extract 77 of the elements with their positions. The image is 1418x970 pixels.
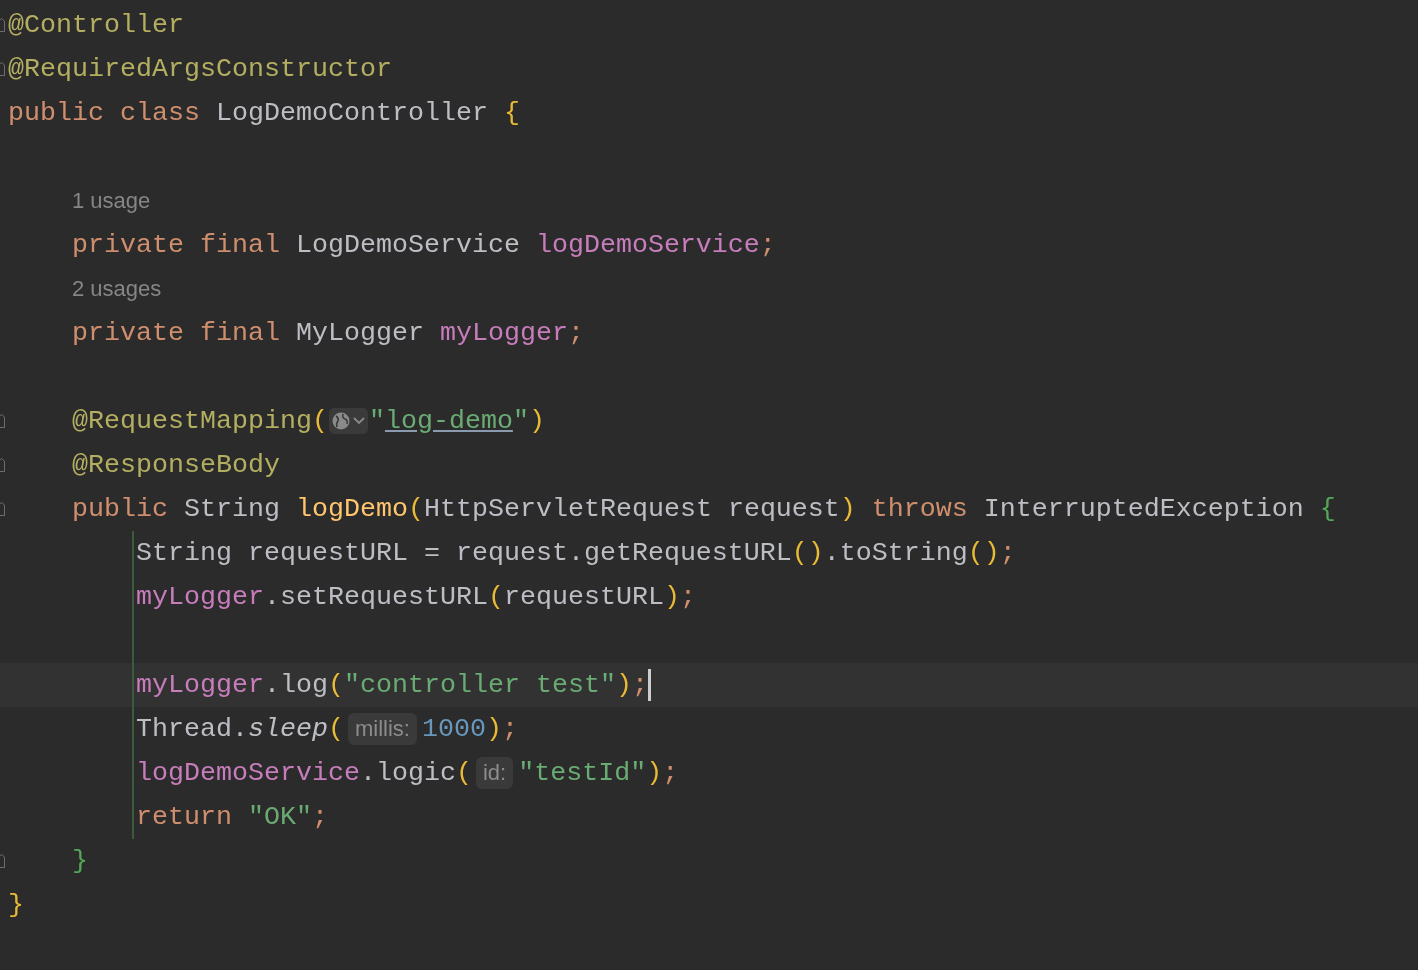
bracket: { [1319,494,1336,524]
bracket: () [791,538,824,568]
code-text: .log [264,670,328,700]
method-name: logDemo [295,494,408,524]
bracket: ( [327,714,344,744]
code-text: String requestURL = request.getRequestURL [136,538,792,568]
keyword: public [72,494,169,524]
bracket: { [503,98,520,128]
keyword: ; [631,670,648,700]
annotation: @ResponseBody [72,450,280,480]
annotation: @RequestMapping [72,406,312,436]
code-text: Thread. [136,714,248,744]
string-literal: " [512,406,529,436]
string-literal: "controller test" [344,670,616,700]
fold-marker-icon[interactable] [0,458,5,472]
keyword: ; [999,538,1016,568]
code-text: HttpServletRequest request [423,494,840,524]
code-text: LogDemoService [295,230,521,260]
fold-marker-icon[interactable] [0,854,5,868]
number-literal: 1000 [421,714,486,744]
keyword: public class [8,98,201,128]
bracket: () [967,538,1000,568]
code-text: String [184,494,281,524]
text-cursor [647,669,651,701]
string-literal: " [368,406,385,436]
field-name: logDemoService [535,230,760,260]
bracket: ) [839,494,856,524]
string-literal: "testId" [518,758,647,788]
annotation: @Controller [8,10,184,40]
keyword: throws [870,494,969,524]
bracket: ) [528,406,545,436]
bracket: ) [663,582,680,612]
bracket: ) [485,714,502,744]
code-text: .setRequestURL [264,582,488,612]
code-text: MyLogger [295,318,425,348]
globe-icon [330,411,351,431]
method-name: sleep [248,714,328,744]
bracket: ( [487,582,504,612]
bracket: ( [407,494,424,524]
code-text: requestURL [503,582,664,612]
keyword: ; [567,318,584,348]
parameter-hint: id: [475,757,514,789]
fold-marker-icon[interactable] [0,62,5,76]
code-text: .toString [823,538,968,568]
keyword: private final [72,230,281,260]
code-text: .logic [359,758,456,788]
fold-marker-icon[interactable] [0,18,5,32]
field-name: myLogger [136,582,264,612]
keyword: ; [679,582,696,612]
keyword: ; [312,802,328,832]
fold-marker-icon[interactable] [0,414,5,428]
keyword: ; [759,230,776,260]
field-name: myLogger [136,670,264,700]
parameter-hint: millis: [347,713,417,745]
url-link[interactable]: log-demo [384,406,513,436]
keyword: ; [662,758,679,788]
bracket: } [8,890,24,920]
web-request-button[interactable] [328,408,368,434]
keyword: ; [501,714,518,744]
field-name: logDemoService [136,758,360,788]
code-text: InterruptedException [983,494,1305,524]
bracket: ) [615,670,632,700]
annotation: @RequiredArgsConstructor [8,54,392,84]
string-literal: "OK" [248,802,312,832]
bracket: ( [311,406,328,436]
bracket: ( [328,670,344,700]
chevron-down-icon [351,416,366,426]
bracket: ( [455,758,472,788]
fold-marker-icon[interactable] [0,502,5,516]
bracket: } [72,846,88,876]
field-name: myLogger [439,318,568,348]
usage-hint[interactable]: 2 usages [72,276,162,302]
code-text: LogDemoController [215,98,489,128]
keyword: private final [72,318,281,348]
bracket: ) [646,758,663,788]
keyword: return [136,802,233,832]
usage-hint[interactable]: 1 usage [72,188,151,214]
